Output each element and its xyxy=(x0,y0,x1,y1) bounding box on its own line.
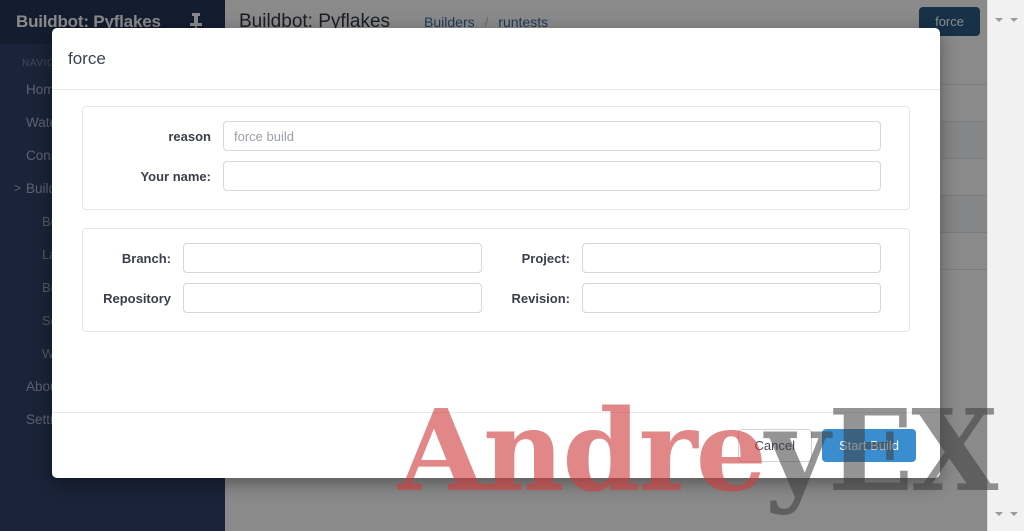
branch-project-row: Branch: Project: xyxy=(83,243,881,273)
source-fieldset: Branch: Project: Repository Revision: xyxy=(82,228,910,332)
modal-footer: Cancel Start Build xyxy=(52,412,940,478)
branch-field: Branch: xyxy=(83,243,482,273)
repository-field: Repository xyxy=(83,283,482,313)
modal-title: force xyxy=(68,48,106,68)
start-build-button[interactable]: Start Build xyxy=(822,429,916,462)
branch-input[interactable] xyxy=(183,243,482,273)
revision-label: Revision: xyxy=(511,290,570,306)
username-row: Your name: xyxy=(83,161,881,191)
project-label: Project: xyxy=(521,250,570,266)
branch-label: Branch: xyxy=(121,250,171,266)
reason-row: reason xyxy=(83,121,881,151)
reason-fieldset: reason Your name: xyxy=(82,106,910,210)
down-arrow-icon[interactable] xyxy=(995,512,1003,516)
force-build-modal: force reason Your name: Branch: xyxy=(52,28,940,478)
scrollbar-gutter[interactable] xyxy=(987,0,1024,531)
modal-body: reason Your name: Branch: Project: xyxy=(52,90,940,332)
revision-input[interactable] xyxy=(582,283,881,313)
repository-input[interactable] xyxy=(183,283,482,313)
revision-field: Revision: xyxy=(482,283,881,313)
repository-revision-row: Repository Revision: xyxy=(83,283,881,313)
repository-label: Repository xyxy=(103,290,171,306)
down-arrow-icon[interactable] xyxy=(1010,512,1018,516)
project-input[interactable] xyxy=(582,243,881,273)
reason-label: reason xyxy=(168,128,211,144)
project-field: Project: xyxy=(482,243,881,273)
username-input[interactable] xyxy=(223,161,881,191)
down-arrow-icon[interactable] xyxy=(1010,18,1018,22)
cancel-button[interactable]: Cancel xyxy=(737,429,813,462)
down-arrow-icon[interactable] xyxy=(995,18,1003,22)
reason-input[interactable] xyxy=(223,121,881,151)
modal-header: force xyxy=(52,28,940,90)
username-label: Your name: xyxy=(140,168,211,184)
app-root: Buildbot: Pyflakes NAVIGATION Home Water… xyxy=(0,0,1024,531)
